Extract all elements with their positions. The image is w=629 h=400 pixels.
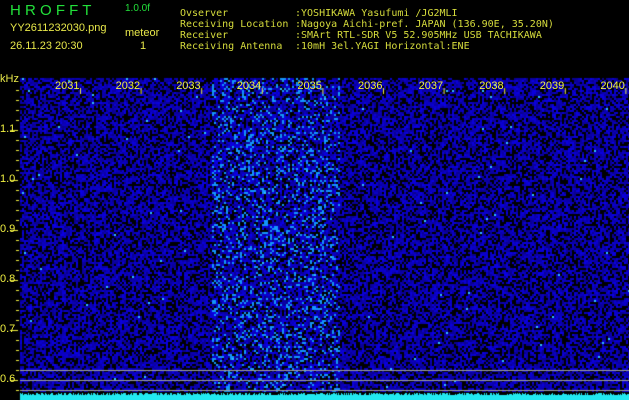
y-tick-label: 0.7 — [0, 323, 16, 335]
x-tick-label: 2033 — [176, 80, 201, 92]
y-tick-label: 0.6 — [0, 373, 16, 385]
receiver-value: :SMArt RTL-SDR V5 52.905MHz USB TACHIKAW… — [295, 30, 542, 41]
y-tick-label: 0.9 — [0, 223, 16, 235]
x-tick-label: 2039 — [539, 80, 565, 92]
x-tick-label: 2040 — [600, 80, 625, 92]
x-tick-label: 2036 — [358, 80, 383, 92]
x-tick-label: 2032 — [115, 80, 141, 92]
y-tick-label: 1.0 — [0, 173, 16, 185]
antenna-value: :10mH 3el.YAGI Horizontal:ENE — [295, 41, 470, 52]
observer-value: :YOSHIKAWA Yasufumi /JG2MLI — [295, 8, 458, 19]
file-name: YY2611232030.png — [10, 22, 107, 34]
app-version: 1.0.0f — [125, 3, 151, 14]
meteor-label: meteor — [125, 27, 160, 39]
datetime: 26.11.23 20:30 — [10, 40, 83, 52]
x-tick-label: 2034 — [236, 80, 262, 92]
y-axis-unit: kHz — [0, 73, 19, 85]
meteor-count: 1 — [140, 40, 147, 52]
spectrogram-canvas — [0, 0, 629, 400]
x-tick-label: 2031 — [55, 80, 80, 92]
observer-label: Ovserver — [180, 8, 229, 19]
app-title: H R O F F T — [10, 2, 92, 19]
location-value: :Nagoya Aichi-pref. JAPAN (136.90E, 35.2… — [295, 19, 554, 30]
x-tick-label: 2035 — [297, 80, 322, 92]
y-tick-label: 1.1 — [0, 123, 16, 135]
x-tick-label: 2037 — [418, 80, 444, 92]
x-tick-label: 2038 — [479, 80, 504, 92]
receiver-label: Receiver — [180, 30, 229, 41]
location-label: Receiving Location — [180, 19, 289, 30]
y-tick-label: 0.8 — [0, 273, 16, 285]
antenna-label: Receiving Antenna — [180, 41, 283, 52]
